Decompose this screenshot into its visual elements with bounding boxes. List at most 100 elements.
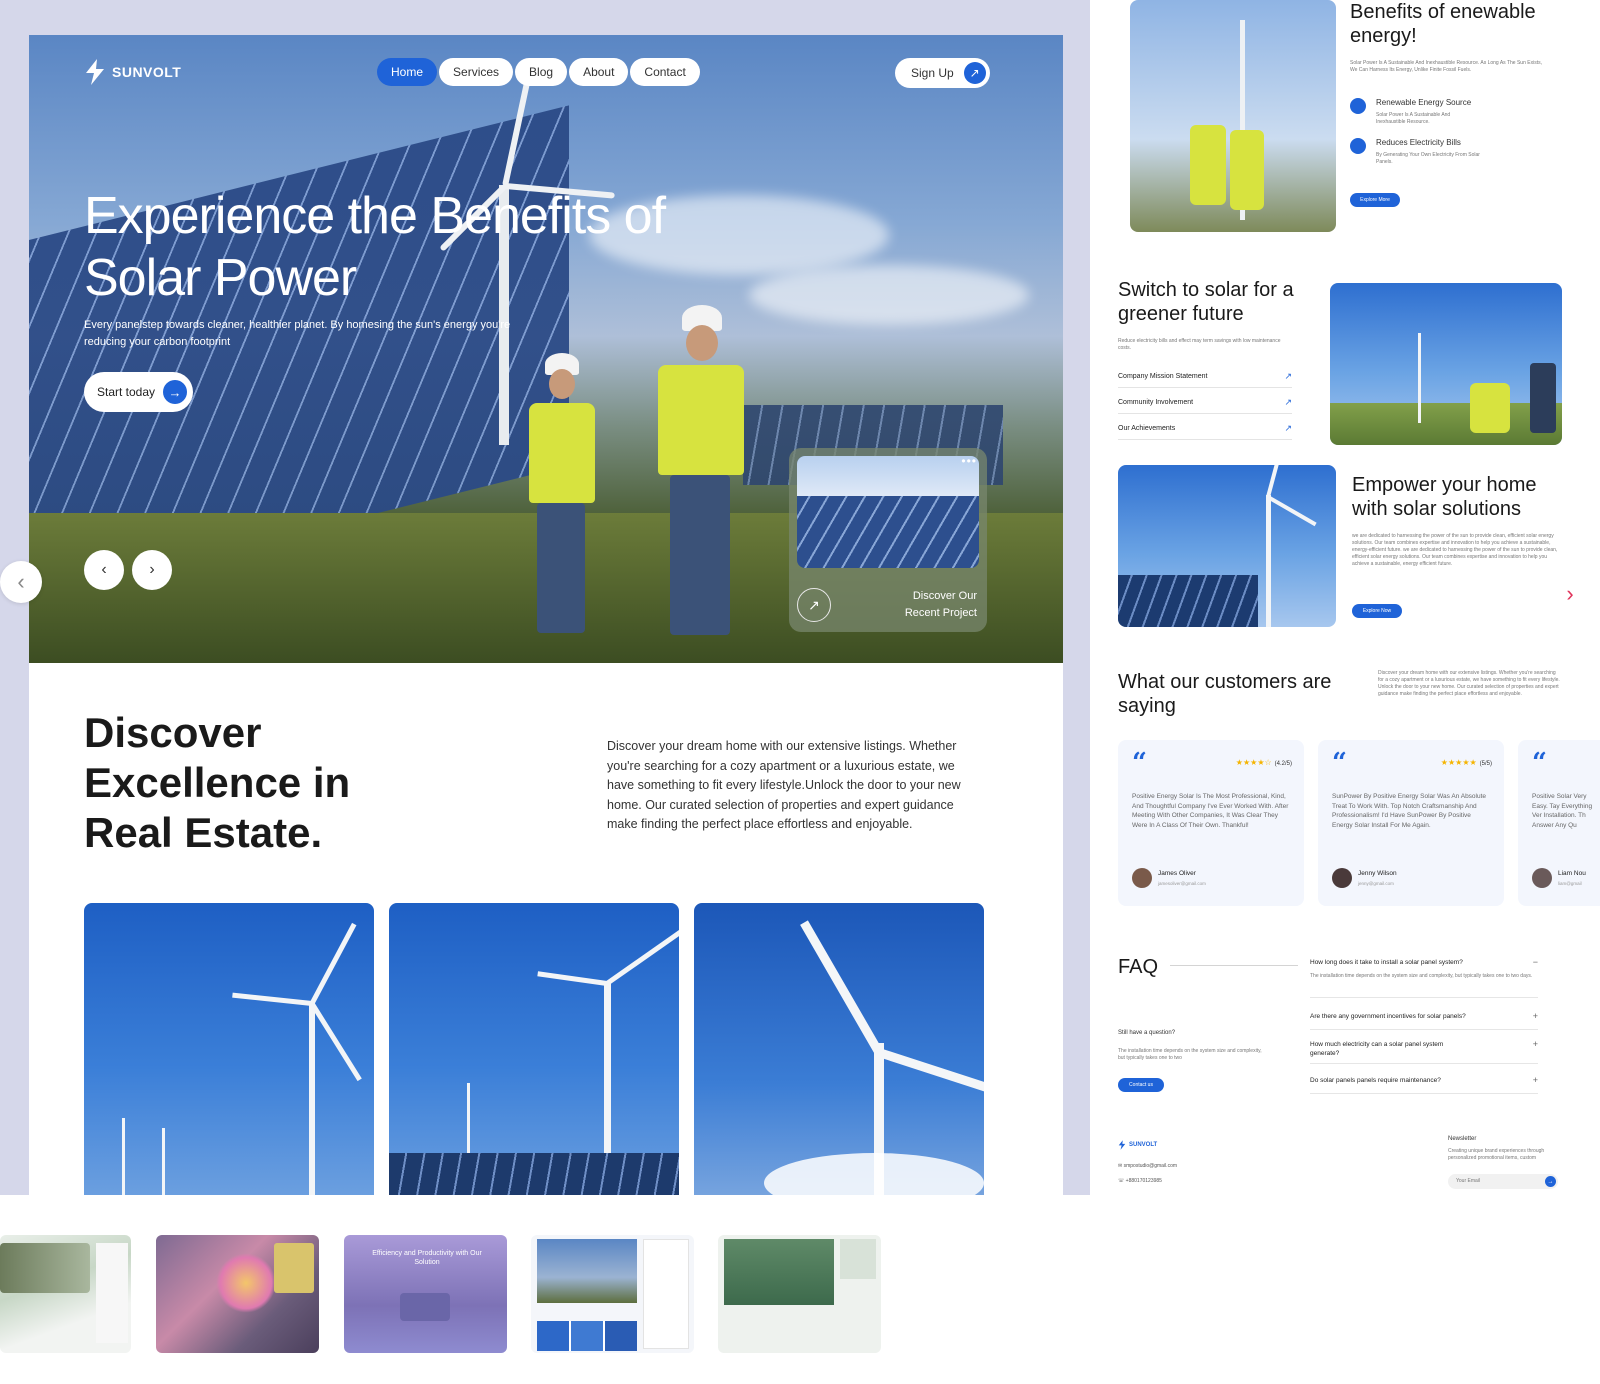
template-thumbnail[interactable] xyxy=(531,1235,694,1353)
avatar xyxy=(1532,868,1552,888)
testimonial-card: “ Positive Solar Very Easy. Tay Everythi… xyxy=(1518,740,1600,906)
start-today-label: Start today xyxy=(97,385,156,399)
hero-title: Experience the Benefits of Solar Power xyxy=(84,187,666,307)
faq-question: Are there any government incentives for … xyxy=(1310,1013,1466,1020)
brand-logo[interactable]: SUNVOLT xyxy=(84,59,181,85)
solar-panel-thumbnail xyxy=(797,456,979,568)
arrow-up-right-icon: ↗ xyxy=(1284,423,1292,433)
newsletter-email-field[interactable]: Your Email → xyxy=(1448,1174,1558,1189)
inspection-image xyxy=(1330,283,1562,445)
nav-about-link[interactable]: About xyxy=(569,58,629,86)
reviewer-email: liam@gmail xyxy=(1558,881,1582,886)
template-thumbnail[interactable]: Efficiency and Productivity with Our Sol… xyxy=(344,1235,507,1353)
empower-text: we are dedicated to harnessing the power… xyxy=(1352,533,1558,567)
achievements-row[interactable]: Our Achievements ↗ xyxy=(1118,418,1292,440)
testimonials-title: What our customers are saying xyxy=(1118,671,1332,717)
sign-up-label: Sign Up xyxy=(911,66,954,80)
more-icon[interactable]: ••• xyxy=(961,454,977,468)
rating-value: (5/5) xyxy=(1479,761,1492,767)
reviewer-name: James Oliver xyxy=(1158,870,1196,877)
top-navigation: SUNVOLT Home Services Blog About Contact… xyxy=(29,35,1063,115)
still-question-text: The installation time depends on the sys… xyxy=(1118,1048,1262,1061)
gallery-image-solar-field xyxy=(389,903,679,1195)
bill-icon xyxy=(1350,138,1366,154)
start-today-button[interactable]: Start today → xyxy=(84,372,194,412)
footer-email[interactable]: ✉ smpostudio@gmail.com xyxy=(1118,1163,1177,1170)
engineers-image xyxy=(1130,0,1336,232)
community-row[interactable]: Community Involvement ↗ xyxy=(1118,392,1292,414)
avatar xyxy=(1332,868,1352,888)
nav-contact-link[interactable]: Contact xyxy=(630,58,700,86)
benefit-1-title: Renewable Energy Source xyxy=(1376,98,1472,107)
reviewer-email: jamesoliver@gmail.com xyxy=(1158,881,1206,886)
slider-prev-button[interactable]: ‹ xyxy=(84,550,124,590)
secondary-page-preview: Benefits of enewable energy! Solar Power… xyxy=(1090,0,1600,1195)
explore-more-button[interactable]: Explore More xyxy=(1350,193,1400,207)
turbine-image xyxy=(1118,465,1336,627)
faq-item[interactable]: How much electricity can a solar panel s… xyxy=(1310,1040,1538,1064)
quote-icon: “ xyxy=(1532,748,1547,778)
faq-question: How much electricity can a solar panel s… xyxy=(1310,1041,1444,1057)
footer-brand: SUNVOLT xyxy=(1129,1142,1158,1148)
chevron-right-icon: › xyxy=(1566,581,1574,606)
explore-now-button[interactable]: Explore Now xyxy=(1352,604,1402,618)
arrow-right-icon: → xyxy=(163,380,188,404)
testimonial-card: “ ★★★★☆ (4.2/5) Positive Energy Solar Is … xyxy=(1118,740,1304,906)
chevron-left-icon: ‹ xyxy=(17,569,25,594)
benefit-1-text: Solar Power Is A Sustainable And Inexhau… xyxy=(1376,112,1451,125)
plus-icon: + xyxy=(1532,1075,1538,1085)
phone-icon: ☏ xyxy=(1118,1178,1126,1184)
preview-prev-button[interactable]: ‹ xyxy=(0,561,42,603)
lightning-bolt-icon xyxy=(1118,1140,1126,1150)
mission-row[interactable]: Company Mission Statement ↗ xyxy=(1118,366,1292,388)
template-thumbnail[interactable] xyxy=(718,1235,881,1353)
template-thumbnail[interactable] xyxy=(0,1235,131,1353)
footer-email-text: smpostudio@gmail.com xyxy=(1123,1163,1178,1169)
rating-stars: ★★★★☆ (4.2/5) xyxy=(1235,758,1292,767)
footer-phone-text: +880170123985 xyxy=(1125,1178,1162,1184)
faq-item[interactable]: Do solar panels panels require maintenan… xyxy=(1310,1076,1538,1094)
worker-man xyxy=(644,305,754,645)
nav-home-link[interactable]: Home xyxy=(377,58,438,86)
send-icon[interactable]: → xyxy=(1545,1176,1556,1187)
lightning-bolt-icon xyxy=(86,59,104,85)
still-question-label: Still have a question? xyxy=(1118,1030,1176,1036)
discover-title: Discover Excellence in Real Estate. xyxy=(84,709,351,856)
minus-icon: − xyxy=(1532,957,1538,967)
switch-text: Reduce electricity bills and effect may … xyxy=(1118,338,1281,351)
main-page-preview: SUNVOLT Home Services Blog About Contact… xyxy=(29,35,1063,1195)
testimonial-body: SunPower By Positive Energy Solar Was An… xyxy=(1332,793,1487,829)
faq-question: How long does it take to install a solar… xyxy=(1310,959,1463,966)
benefits-title: Benefits of enewable energy! xyxy=(1350,1,1536,47)
avatar xyxy=(1132,868,1152,888)
slider-next-button[interactable]: › xyxy=(132,550,172,590)
arrow-up-right-icon: ↗ xyxy=(1284,397,1292,407)
faq-item[interactable]: Are there any government incentives for … xyxy=(1310,1012,1538,1030)
testimonials-intro: Discover your dream home with our extens… xyxy=(1378,670,1560,697)
plus-icon: + xyxy=(1532,1011,1538,1021)
recent-project-card[interactable]: ••• ↗ Discover Our Recent Project xyxy=(789,448,987,632)
preview-next-button[interactable]: › xyxy=(1558,573,1582,615)
contact-us-button[interactable]: Contact us xyxy=(1118,1078,1164,1092)
quote-icon: “ xyxy=(1332,748,1347,778)
rating-value: (4.2/5) xyxy=(1274,761,1292,767)
arrow-up-right-icon: ↗ xyxy=(1284,371,1292,381)
footer-phone[interactable]: ☏ +880170123985 xyxy=(1118,1178,1162,1185)
newsletter-title: Newsletter xyxy=(1448,1136,1477,1142)
reviewer-email: jenny@gmail.com xyxy=(1358,881,1394,886)
community-label: Community Involvement xyxy=(1118,399,1194,406)
faq-item-open[interactable]: How long does it take to install a solar… xyxy=(1310,958,1538,998)
empower-title: Empower your home with solar solutions xyxy=(1352,474,1537,520)
hero-section: SUNVOLT Home Services Blog About Contact… xyxy=(29,35,1063,663)
testimonial-body: Positive Solar Very Easy. Tay Everything… xyxy=(1532,793,1593,829)
footer-logo[interactable]: SUNVOLT xyxy=(1118,1140,1157,1150)
nav-services-link[interactable]: Services xyxy=(439,58,514,86)
testimonial-card: “ ★★★★★ (5/5) SunPower By Positive Energy… xyxy=(1318,740,1504,906)
sign-up-button[interactable]: Sign Up ↗ xyxy=(895,58,990,88)
arrow-up-right-icon[interactable]: ↗ xyxy=(797,588,831,622)
chevron-left-icon: ‹ xyxy=(101,561,107,578)
benefit-2-title: Reduces Electricity Bills xyxy=(1376,138,1461,147)
gallery-image-turbine-closeup xyxy=(694,903,984,1195)
nav-blog-link[interactable]: Blog xyxy=(515,58,568,86)
template-thumbnail[interactable] xyxy=(156,1235,319,1353)
